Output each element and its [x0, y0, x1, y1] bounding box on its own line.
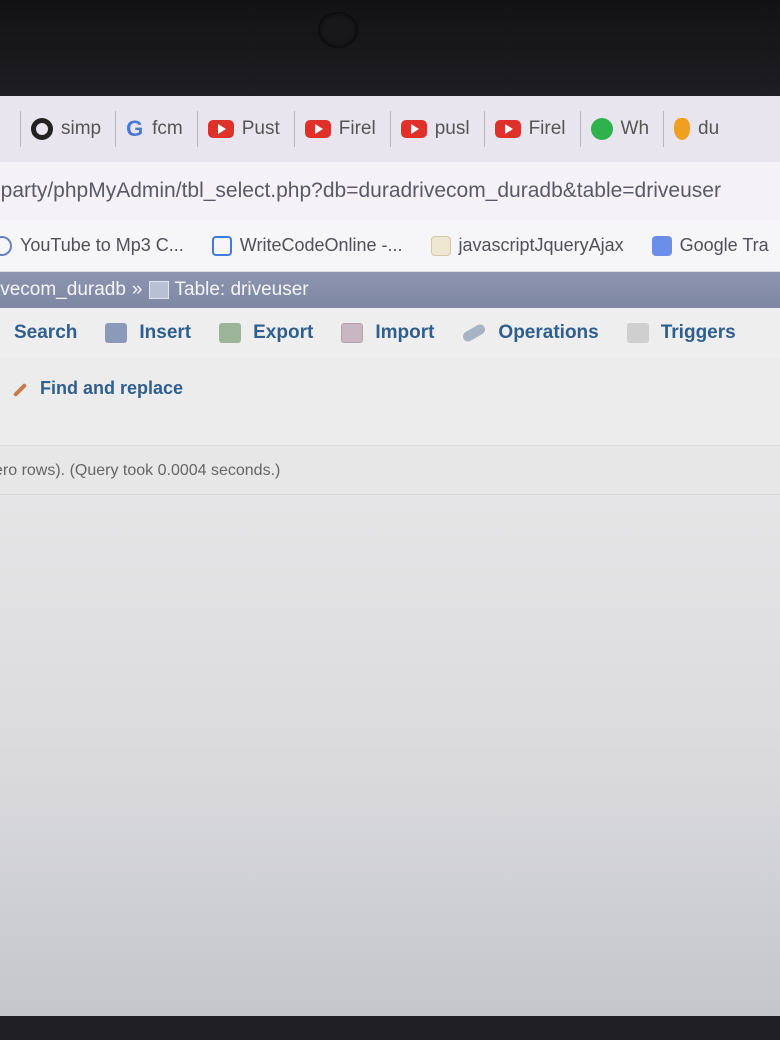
browser-tab[interactable]: Wh [579, 111, 664, 147]
table-icon [148, 281, 169, 299]
breadcrumb: ivecom_duradb » Table: driveuser [0, 272, 780, 308]
tab-label: Triggers [660, 322, 736, 343]
operations-icon [461, 322, 488, 344]
insert-icon [105, 323, 128, 343]
tab-triggers[interactable]: Triggers [613, 322, 750, 344]
browser-tab-label: pusl [434, 118, 470, 139]
breadcrumb-table[interactable]: Table: driveuser [175, 279, 309, 301]
youtube-icon [400, 120, 427, 138]
browser-tab[interactable]: Pust [196, 111, 294, 147]
bookmark-item[interactable]: YouTube to Mp3 C... [0, 235, 184, 256]
browser-tab[interactable]: simp [20, 111, 115, 147]
translate-icon [651, 235, 672, 256]
browser-tab[interactable]: Firel [483, 111, 580, 147]
tab-label: Insert [139, 322, 192, 343]
youtube-icon [207, 120, 234, 138]
browser-tab[interactable]: pusl [389, 111, 484, 147]
url-text[interactable]: lparty/phpMyAdmin/tbl_select.php?db=dura… [0, 179, 721, 203]
subtab-find-and-replace[interactable]: Find and replace [10, 378, 183, 399]
tab-label: Search [14, 322, 78, 343]
tab-import[interactable]: Import [327, 322, 448, 344]
github-icon [31, 118, 53, 140]
tab-label: Import [375, 322, 435, 343]
bookmark-label: WriteCodeOnline -... [239, 235, 403, 255]
breadcrumb-separator: » [131, 279, 143, 300]
browser-tab-label: du [698, 118, 720, 139]
table-tabs: Search Insert Export Import Operations T… [0, 308, 780, 358]
search-subtabs: Find and replace [0, 358, 780, 446]
firebase-icon [674, 118, 691, 140]
tab-label: Export [253, 322, 314, 343]
browser-tab-strip: simp G fcm Pust Firel pusl Firel Wh du [0, 96, 780, 162]
bookmark-item[interactable]: javascriptJqueryAjax [430, 235, 624, 256]
youtube-icon [304, 120, 331, 138]
tab-search[interactable]: Search [0, 322, 91, 344]
import-icon [341, 323, 364, 343]
browser-tab-label: simp [61, 118, 102, 139]
tab-export[interactable]: Export [205, 322, 327, 344]
google-icon: G [126, 116, 144, 141]
browser-tab-label: Firel [528, 118, 566, 139]
bookmark-label: Google Tra [679, 235, 769, 255]
triggers-icon [626, 323, 649, 343]
bookmark-label: javascriptJqueryAjax [458, 235, 624, 255]
browser-tab-label: Pust [241, 118, 280, 139]
browser-tab[interactable]: du [663, 111, 733, 147]
tab-operations[interactable]: Operations [448, 322, 612, 344]
youtube-icon [494, 120, 521, 138]
address-bar[interactable]: lparty/phpMyAdmin/tbl_select.php?db=dura… [0, 162, 780, 220]
breadcrumb-database[interactable]: ivecom_duradb [0, 279, 126, 301]
browser-tab[interactable]: G fcm [115, 111, 197, 147]
tab-label: Operations [498, 322, 599, 343]
results-area [0, 496, 780, 1016]
bookmark-item[interactable]: WriteCodeOnline -... [211, 235, 403, 256]
result-text: ero rows). (Query took 0.0004 seconds.) [0, 461, 281, 479]
globe-icon [0, 235, 12, 256]
bookmarks-bar: YouTube to Mp3 C... WriteCodeOnline -...… [0, 220, 780, 272]
browser-window: simp G fcm Pust Firel pusl Firel Wh du l… [0, 96, 780, 1016]
webcam [318, 12, 358, 48]
subtab-label: Find and replace [40, 378, 184, 398]
tab-insert[interactable]: Insert [91, 322, 205, 344]
laptop-bezel-top [0, 0, 780, 96]
browser-tab-label: Wh [620, 118, 650, 139]
export-icon [219, 323, 242, 343]
browser-tab[interactable]: Firel [293, 111, 390, 147]
browser-tab-label: Firel [338, 118, 376, 139]
bookmark-item[interactable]: Google Tra [651, 235, 769, 256]
edit-icon [211, 235, 232, 256]
find-replace-icon [10, 380, 30, 398]
laptop-bezel-bottom [0, 1016, 780, 1040]
browser-tab-label: fcm [152, 118, 183, 139]
page-icon [430, 235, 451, 256]
bookmark-label: YouTube to Mp3 C... [20, 235, 184, 255]
query-result-message: ero rows). (Query took 0.0004 seconds.) [0, 447, 780, 495]
whatsapp-icon [590, 118, 613, 140]
